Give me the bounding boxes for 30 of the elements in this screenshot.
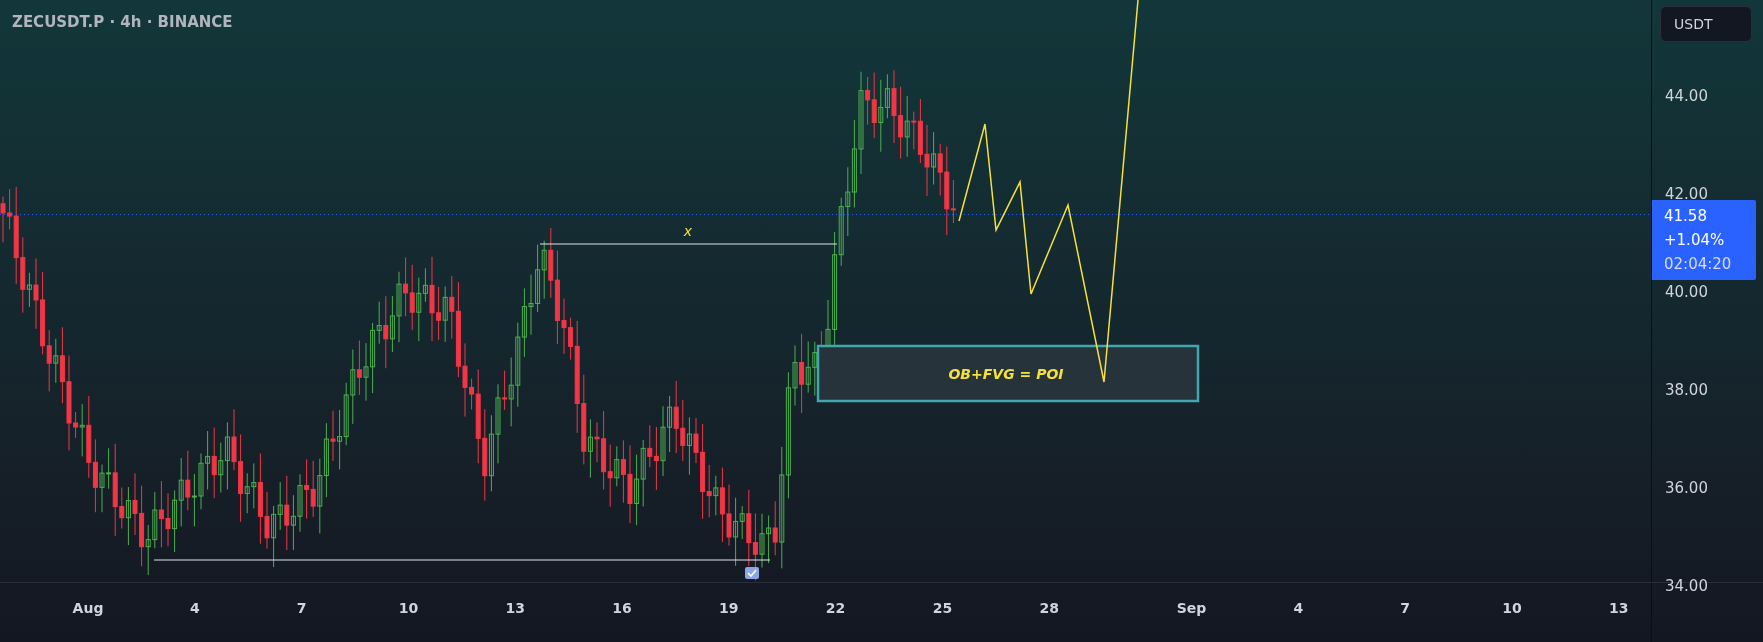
last-price: 41.58 <box>1664 206 1708 227</box>
countdown: 02:04:20 <box>1664 254 1733 275</box>
date-label: 13 <box>1609 600 1629 616</box>
zone-rectangle[interactable] <box>816 344 1200 403</box>
date-label: 25 <box>932 600 953 616</box>
price-label: 40.00 <box>1665 283 1708 301</box>
date-label: 7 <box>296 600 307 616</box>
date-label: 16 <box>612 600 632 616</box>
date-label: 10 <box>398 600 419 616</box>
date-label: 10 <box>1502 600 1522 616</box>
date-label: 13 <box>505 600 525 616</box>
date-label: Aug <box>72 600 104 616</box>
chart-title: ZECUSDT.P · 4h · BINANCE <box>12 13 233 31</box>
date-label: 4 <box>1293 600 1304 616</box>
date-label: 22 <box>825 600 846 616</box>
date-label: 19 <box>719 600 739 616</box>
price-change: +1.04% <box>1664 230 1726 251</box>
date-label: 7 <box>1400 600 1411 616</box>
line-label: x <box>683 223 693 239</box>
price-label: 42.00 <box>1665 185 1708 203</box>
price-label: 38.00 <box>1665 381 1708 399</box>
date-label: 28 <box>1039 600 1059 616</box>
date-label: Sep <box>1176 600 1207 616</box>
checkbox-icon <box>745 567 759 579</box>
price-label: 44.00 <box>1665 87 1708 105</box>
zone-label: OB+FVG = POI <box>948 366 1064 382</box>
price-label: 34.00 <box>1665 577 1708 595</box>
currency-button[interactable]: USDT <box>1660 6 1752 42</box>
date-label: 4 <box>189 600 200 616</box>
price-label: 36.00 <box>1665 479 1708 497</box>
